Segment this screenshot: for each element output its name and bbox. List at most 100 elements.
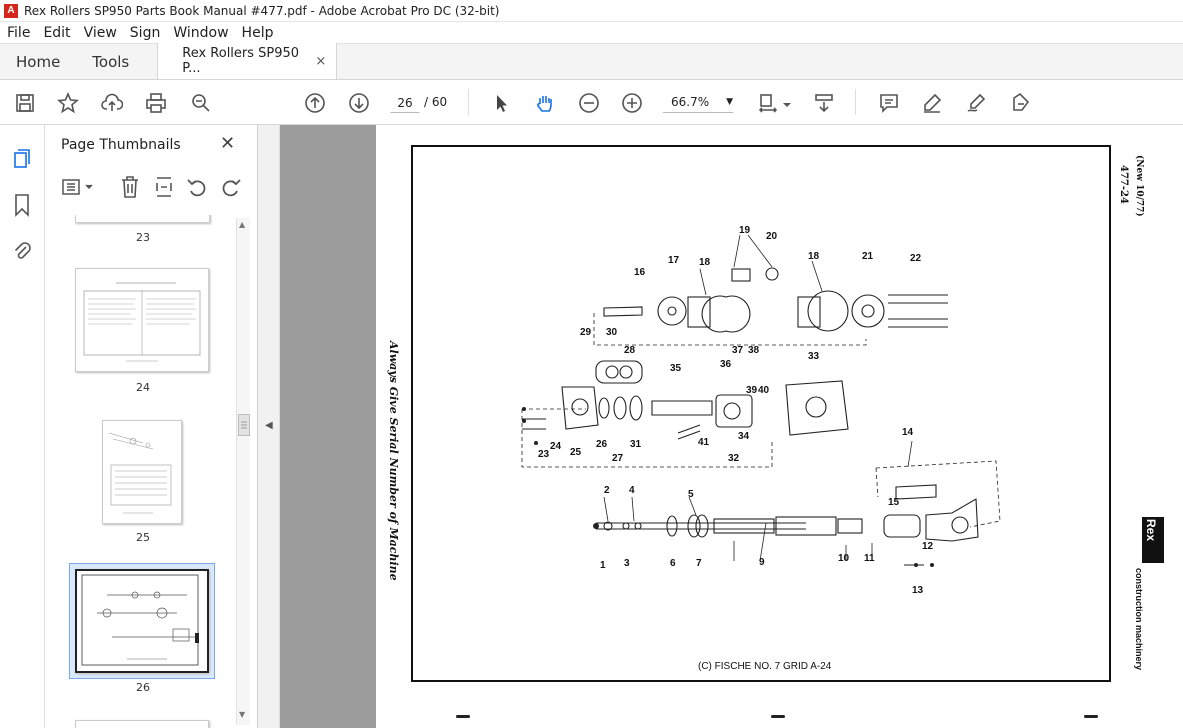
part-label-18b: 18 xyxy=(808,251,820,262)
thumbnail-page-26[interactable] xyxy=(75,569,209,673)
part-label-18a: 18 xyxy=(699,257,711,268)
chevron-down-icon: ▼ xyxy=(726,97,733,107)
menu-bar: File Edit View Sign Window Help xyxy=(0,22,1183,44)
tab-bar: Home Tools Rex Rollers SP950 P... × xyxy=(0,43,1183,80)
scroll-up-arrow-icon[interactable]: ▲ xyxy=(239,220,245,229)
insert-page-icon[interactable] xyxy=(153,175,175,203)
thumbnail-list: 23 24 25 26 xyxy=(45,215,241,728)
part-label-41: 41 xyxy=(698,437,710,448)
highlight-pen-icon[interactable] xyxy=(919,90,945,116)
delete-page-icon[interactable] xyxy=(119,175,141,203)
part-label-29: 29 xyxy=(580,327,592,338)
thumbnail-options-icon[interactable] xyxy=(61,177,97,201)
thumbnail-scrollbar[interactable]: ▲ ▼ xyxy=(236,218,250,725)
panel-collapse-handle[interactable]: ◀ xyxy=(258,125,280,728)
part-label-11: 11 xyxy=(864,553,875,564)
rotate-counterclockwise-icon[interactable] xyxy=(185,175,209,203)
part-label-5: 5 xyxy=(688,489,694,500)
thumbnail-label: 25 xyxy=(136,531,150,544)
pdf-page: 477-24 (New 10/77) Always Give Serial Nu… xyxy=(376,125,1183,728)
page-edge-mark xyxy=(1084,715,1098,718)
acrobat-app-icon: A xyxy=(4,3,18,18)
rotate-clockwise-icon[interactable] xyxy=(219,175,243,203)
scrollbar-thumb[interactable] xyxy=(238,414,250,436)
part-label-26: 26 xyxy=(596,439,608,450)
part-label-37: 37 xyxy=(732,345,744,356)
hand-tool-icon[interactable] xyxy=(532,90,558,116)
part-label-28: 28 xyxy=(624,345,636,356)
thumbnail-page-27[interactable] xyxy=(75,720,209,728)
part-label-32: 32 xyxy=(728,453,740,464)
collapse-left-arrow-icon[interactable]: ◀ xyxy=(265,420,273,431)
part-label-21: 21 xyxy=(862,251,874,262)
tab-document-label: Rex Rollers SP950 P... xyxy=(182,46,300,76)
thumbnail-page-24[interactable] xyxy=(75,268,209,372)
window-title: Rex Rollers SP950 Parts Book Manual #477… xyxy=(24,3,500,18)
tab-close-icon[interactable]: × xyxy=(315,54,326,69)
exploded-parts-diagram: 1 2 3 4 5 6 7 9 10 11 12 13 14 15 16 17 … xyxy=(521,225,1001,596)
part-label-10: 10 xyxy=(838,553,850,564)
page-thumbnails-icon[interactable] xyxy=(10,147,34,175)
menu-view[interactable]: View xyxy=(77,25,123,41)
part-label-23: 23 xyxy=(538,449,550,460)
menu-sign[interactable]: Sign xyxy=(123,25,167,41)
bookmarks-icon[interactable] xyxy=(12,193,32,221)
part-label-17: 17 xyxy=(668,255,680,266)
save-icon[interactable] xyxy=(12,90,38,116)
page-thumbnails-panel: Page Thumbnails ✕ 23 24 25 26 ▲ ▼ xyxy=(45,125,258,728)
fit-page-icon[interactable] xyxy=(755,90,781,116)
comment-icon[interactable] xyxy=(876,90,902,116)
part-label-15: 15 xyxy=(888,497,900,508)
menu-edit[interactable]: Edit xyxy=(36,25,76,41)
bookmark-star-icon[interactable] xyxy=(55,90,81,116)
page-edge-mark xyxy=(771,715,785,718)
page-up-icon[interactable] xyxy=(302,90,328,116)
part-label-7: 7 xyxy=(696,558,702,569)
left-rail xyxy=(0,125,45,728)
select-cursor-icon[interactable] xyxy=(488,90,514,116)
tab-document[interactable]: Rex Rollers SP950 P... × xyxy=(157,43,338,79)
menu-help[interactable]: Help xyxy=(235,25,280,41)
part-label-39: 39 xyxy=(746,385,758,396)
zoom-in-icon[interactable] xyxy=(619,90,645,116)
thumbnail-label: 23 xyxy=(136,231,150,244)
fit-chevron-down-icon[interactable] xyxy=(782,92,792,118)
part-label-14: 14 xyxy=(902,427,914,438)
scroll-down-arrow-icon[interactable]: ▼ xyxy=(239,710,245,719)
part-label-2: 2 xyxy=(604,485,610,496)
toolbar-separator xyxy=(855,89,856,115)
page-down-icon[interactable] xyxy=(346,90,372,116)
panel-title: Page Thumbnails xyxy=(61,137,181,153)
part-label-16: 16 xyxy=(634,267,646,278)
page-number-input[interactable]: 26 xyxy=(390,91,420,113)
sign-pen-icon[interactable] xyxy=(963,90,989,116)
zoom-level-select[interactable]: 66.7% ▼ xyxy=(663,91,733,113)
zoom-level-value: 66.7% xyxy=(671,95,710,109)
part-label-40: 40 xyxy=(758,385,770,396)
panel-close-icon[interactable]: ✕ xyxy=(220,133,235,154)
tab-tools[interactable]: Tools xyxy=(76,44,145,79)
part-label-24: 24 xyxy=(550,441,562,452)
zoom-search-icon[interactable] xyxy=(188,90,214,116)
print-icon[interactable] xyxy=(143,90,169,116)
title-bar: A Rex Rollers SP950 Parts Book Manual #4… xyxy=(0,0,1183,22)
menu-file[interactable]: File xyxy=(0,25,36,41)
part-label-19: 19 xyxy=(739,225,751,236)
part-label-30: 30 xyxy=(606,327,618,338)
scroll-mode-icon[interactable] xyxy=(811,90,837,116)
zoom-out-icon[interactable] xyxy=(576,90,602,116)
menu-window[interactable]: Window xyxy=(166,25,234,41)
tab-home[interactable]: Home xyxy=(0,44,76,79)
part-label-4: 4 xyxy=(629,485,635,496)
attachments-paperclip-icon[interactable] xyxy=(12,239,32,267)
upload-cloud-icon[interactable] xyxy=(99,90,125,116)
part-label-35: 35 xyxy=(670,363,682,374)
part-label-27: 27 xyxy=(612,453,624,464)
part-label-31: 31 xyxy=(630,439,642,450)
thumbnail-page-25[interactable] xyxy=(102,420,182,524)
document-background xyxy=(280,125,376,728)
thumbnail-label: 24 xyxy=(136,381,150,394)
edit-pdf-icon[interactable] xyxy=(1008,90,1034,116)
thumbnail-page-23[interactable] xyxy=(75,215,210,223)
part-label-36: 36 xyxy=(720,359,732,370)
